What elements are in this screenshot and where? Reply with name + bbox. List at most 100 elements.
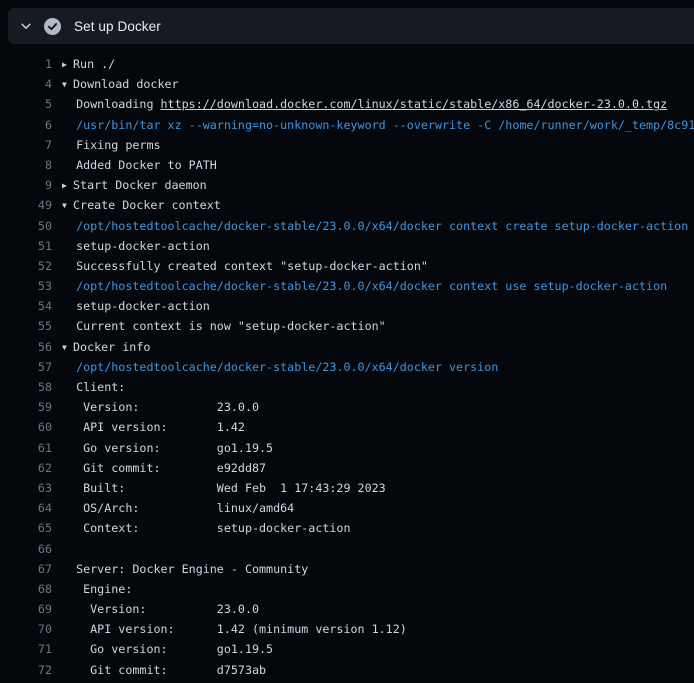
- line-number[interactable]: 54: [0, 296, 52, 316]
- log-line-content: /opt/hostedtoolcache/docker-stable/23.0.…: [62, 276, 667, 296]
- line-number[interactable]: 59: [0, 397, 52, 417]
- group-label[interactable]: Start Docker daemon: [73, 178, 207, 192]
- log-text: Added Docker to PATH: [62, 158, 217, 172]
- line-number[interactable]: 57: [0, 357, 52, 377]
- log-command-text: /opt/hostedtoolcache/docker-stable/23.0.…: [62, 360, 498, 374]
- line-number[interactable]: 66: [0, 539, 52, 559]
- group-label[interactable]: Download docker: [73, 77, 179, 91]
- line-number[interactable]: 70: [0, 619, 52, 639]
- log-line: 55 Current context is now "setup-docker-…: [0, 316, 694, 336]
- log-line-content: API version: 1.42 (minimum version 1.12): [62, 619, 407, 639]
- log-line: 63 Built: Wed Feb 1 17:43:29 2023: [0, 478, 694, 498]
- line-number[interactable]: 56: [0, 337, 52, 357]
- line-number[interactable]: 61: [0, 438, 52, 458]
- log-line: 69 Version: 23.0.0: [0, 599, 694, 619]
- log-line-content: Server: Docker Engine - Community: [62, 559, 308, 579]
- group-label[interactable]: Docker info: [73, 340, 150, 354]
- log-line: 56 ▼Docker info: [0, 337, 694, 357]
- line-number[interactable]: 62: [0, 458, 52, 478]
- log-command-text: /opt/hostedtoolcache/docker-stable/23.0.…: [62, 219, 694, 233]
- line-number[interactable]: 9: [0, 175, 52, 195]
- log-line-content: Context: setup-docker-action: [62, 518, 351, 538]
- log-line-content: setup-docker-action: [62, 296, 210, 316]
- log-text: Version: 23.0.0: [62, 602, 259, 616]
- line-number[interactable]: 55: [0, 316, 52, 336]
- check-circle-icon: [44, 18, 61, 35]
- log-text: Go version: go1.19.5: [62, 642, 273, 656]
- log-text: Git commit: d7573ab: [62, 663, 266, 677]
- log-line-content: setup-docker-action: [62, 236, 210, 256]
- log-line-content: Go version: go1.19.5: [62, 639, 273, 659]
- group-collapsed-arrow-icon[interactable]: ▶: [62, 55, 73, 74]
- log-line: 72 Git commit: d7573ab: [0, 660, 694, 680]
- log-line-content: ▼Download docker: [62, 74, 179, 94]
- log-line-content: ▶Run ./: [62, 54, 115, 74]
- log-text: Go version: go1.19.5: [62, 441, 273, 455]
- line-number[interactable]: 65: [0, 518, 52, 538]
- log-line-content: ▼Docker info: [62, 337, 150, 357]
- log-text: setup-docker-action: [62, 299, 210, 313]
- log-line-content: Version: 23.0.0: [62, 599, 259, 619]
- log-line: 5 Downloading https://download.docker.co…: [0, 94, 694, 114]
- group-expanded-arrow-icon[interactable]: ▼: [62, 75, 73, 94]
- log-line: 54 setup-docker-action: [0, 296, 694, 316]
- line-number[interactable]: 69: [0, 599, 52, 619]
- log-line: 49 ▼Create Docker context: [0, 195, 694, 215]
- log-line-content: /opt/hostedtoolcache/docker-stable/23.0.…: [62, 357, 498, 377]
- log-link[interactable]: https://download.docker.com/linux/static…: [161, 97, 668, 111]
- group-expanded-arrow-icon[interactable]: ▼: [62, 338, 73, 357]
- log-text: Successfully created context "setup-dock…: [62, 259, 428, 273]
- line-number[interactable]: 72: [0, 660, 52, 680]
- line-number[interactable]: 52: [0, 256, 52, 276]
- log-line-content: Built: Wed Feb 1 17:43:29 2023: [62, 478, 386, 498]
- log-line-content: Go version: go1.19.5: [62, 438, 273, 458]
- group-expanded-arrow-icon[interactable]: ▼: [62, 196, 73, 215]
- step-header[interactable]: Set up Docker: [8, 8, 694, 44]
- log-text: Downloading: [62, 97, 161, 111]
- log-line: 65 Context: setup-docker-action: [0, 518, 694, 538]
- log-text: Context: setup-docker-action: [62, 521, 351, 535]
- line-number[interactable]: 5: [0, 94, 52, 114]
- line-number[interactable]: 50: [0, 216, 52, 236]
- group-collapsed-arrow-icon[interactable]: ▶: [62, 176, 73, 195]
- log-line-content: Git commit: d7573ab: [62, 660, 266, 680]
- line-number[interactable]: 67: [0, 559, 52, 579]
- line-number[interactable]: 53: [0, 276, 52, 296]
- log-text: setup-docker-action: [62, 239, 210, 253]
- line-number[interactable]: 8: [0, 155, 52, 175]
- log-line: 8 Added Docker to PATH: [0, 155, 694, 175]
- log-line-content: /usr/bin/tar xz --warning=no-unknown-key…: [62, 115, 694, 135]
- log-line-content: Client:: [62, 377, 125, 397]
- log-line-content: Current context is now "setup-docker-act…: [62, 316, 386, 336]
- log-line-content: ▶Start Docker daemon: [62, 175, 207, 195]
- line-number[interactable]: 51: [0, 236, 52, 256]
- line-number[interactable]: 68: [0, 579, 52, 599]
- log-line-content: Downloading https://download.docker.com/…: [62, 94, 667, 114]
- log-line: 62 Git commit: e92dd87: [0, 458, 694, 478]
- line-number[interactable]: 7: [0, 135, 52, 155]
- log-text: Server: Docker Engine - Community: [62, 562, 308, 576]
- line-number[interactable]: 60: [0, 417, 52, 437]
- log-text: API version: 1.42: [62, 420, 245, 434]
- line-number[interactable]: 71: [0, 639, 52, 659]
- step-title: Set up Docker: [74, 19, 161, 34]
- log-line: 51 setup-docker-action: [0, 236, 694, 256]
- log-line-content: API version: 1.42: [62, 417, 245, 437]
- line-number[interactable]: 63: [0, 478, 52, 498]
- log-line: 66: [0, 539, 694, 559]
- line-number[interactable]: 1: [0, 54, 52, 74]
- line-number[interactable]: 49: [0, 195, 52, 215]
- log-text: Client:: [62, 380, 125, 394]
- log-line: 59 Version: 23.0.0: [0, 397, 694, 417]
- line-number[interactable]: 4: [0, 74, 52, 94]
- line-number[interactable]: 6: [0, 115, 52, 135]
- group-label[interactable]: Run ./: [73, 57, 115, 71]
- log-line: 68 Engine:: [0, 579, 694, 599]
- line-number[interactable]: 64: [0, 498, 52, 518]
- log-line: 7 Fixing perms: [0, 135, 694, 155]
- chevron-down-icon[interactable]: [18, 19, 33, 34]
- line-number[interactable]: 58: [0, 377, 52, 397]
- log-text: Git commit: e92dd87: [62, 461, 266, 475]
- log-line-content: OS/Arch: linux/amd64: [62, 498, 294, 518]
- group-label[interactable]: Create Docker context: [73, 198, 221, 212]
